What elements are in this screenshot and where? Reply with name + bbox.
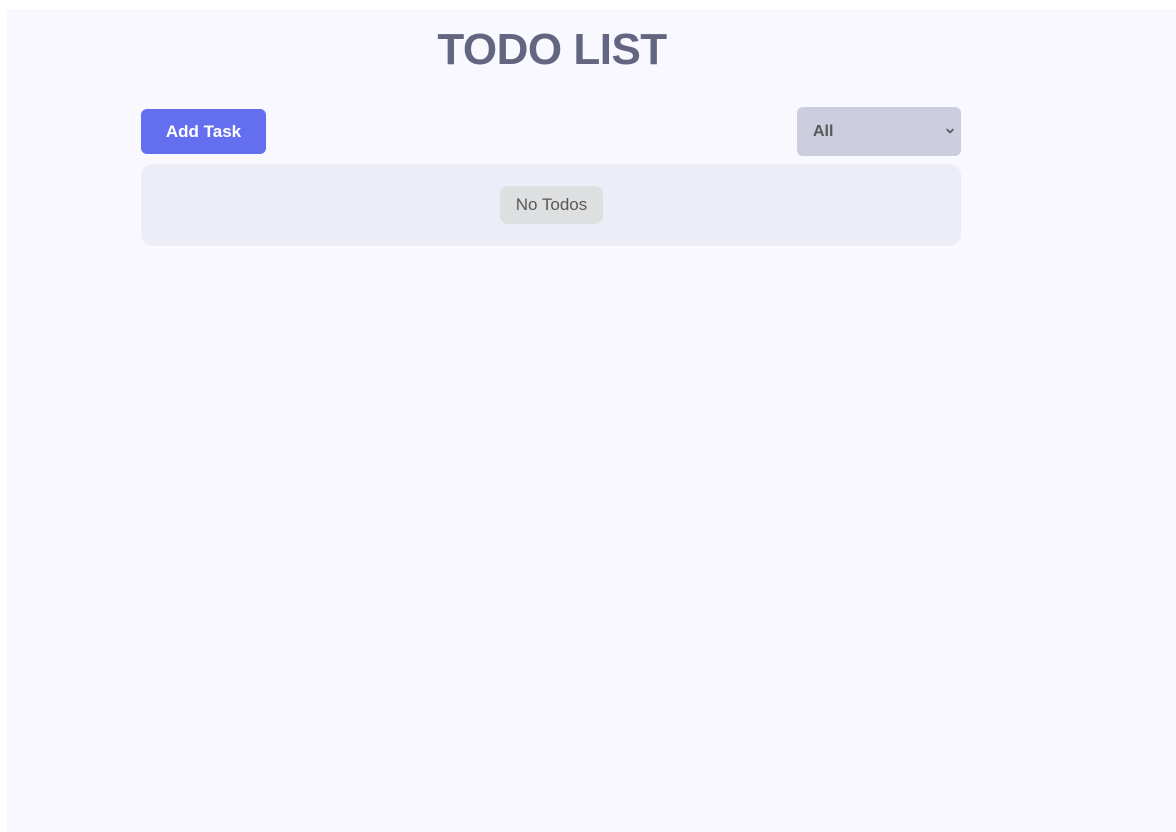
toolbar: Add Task All: [141, 107, 961, 157]
chevron-down-icon: [946, 128, 954, 134]
empty-state-message: No Todos: [500, 186, 603, 224]
todo-list-panel: No Todos: [141, 164, 961, 246]
add-task-button[interactable]: Add Task: [141, 109, 266, 154]
app-page: TODO LIST Add Task All No Todos: [7, 9, 1176, 832]
status-filter-select[interactable]: All: [797, 107, 961, 156]
page-title: TODO LIST: [437, 25, 667, 74]
filter-selected-value: All: [813, 122, 834, 140]
